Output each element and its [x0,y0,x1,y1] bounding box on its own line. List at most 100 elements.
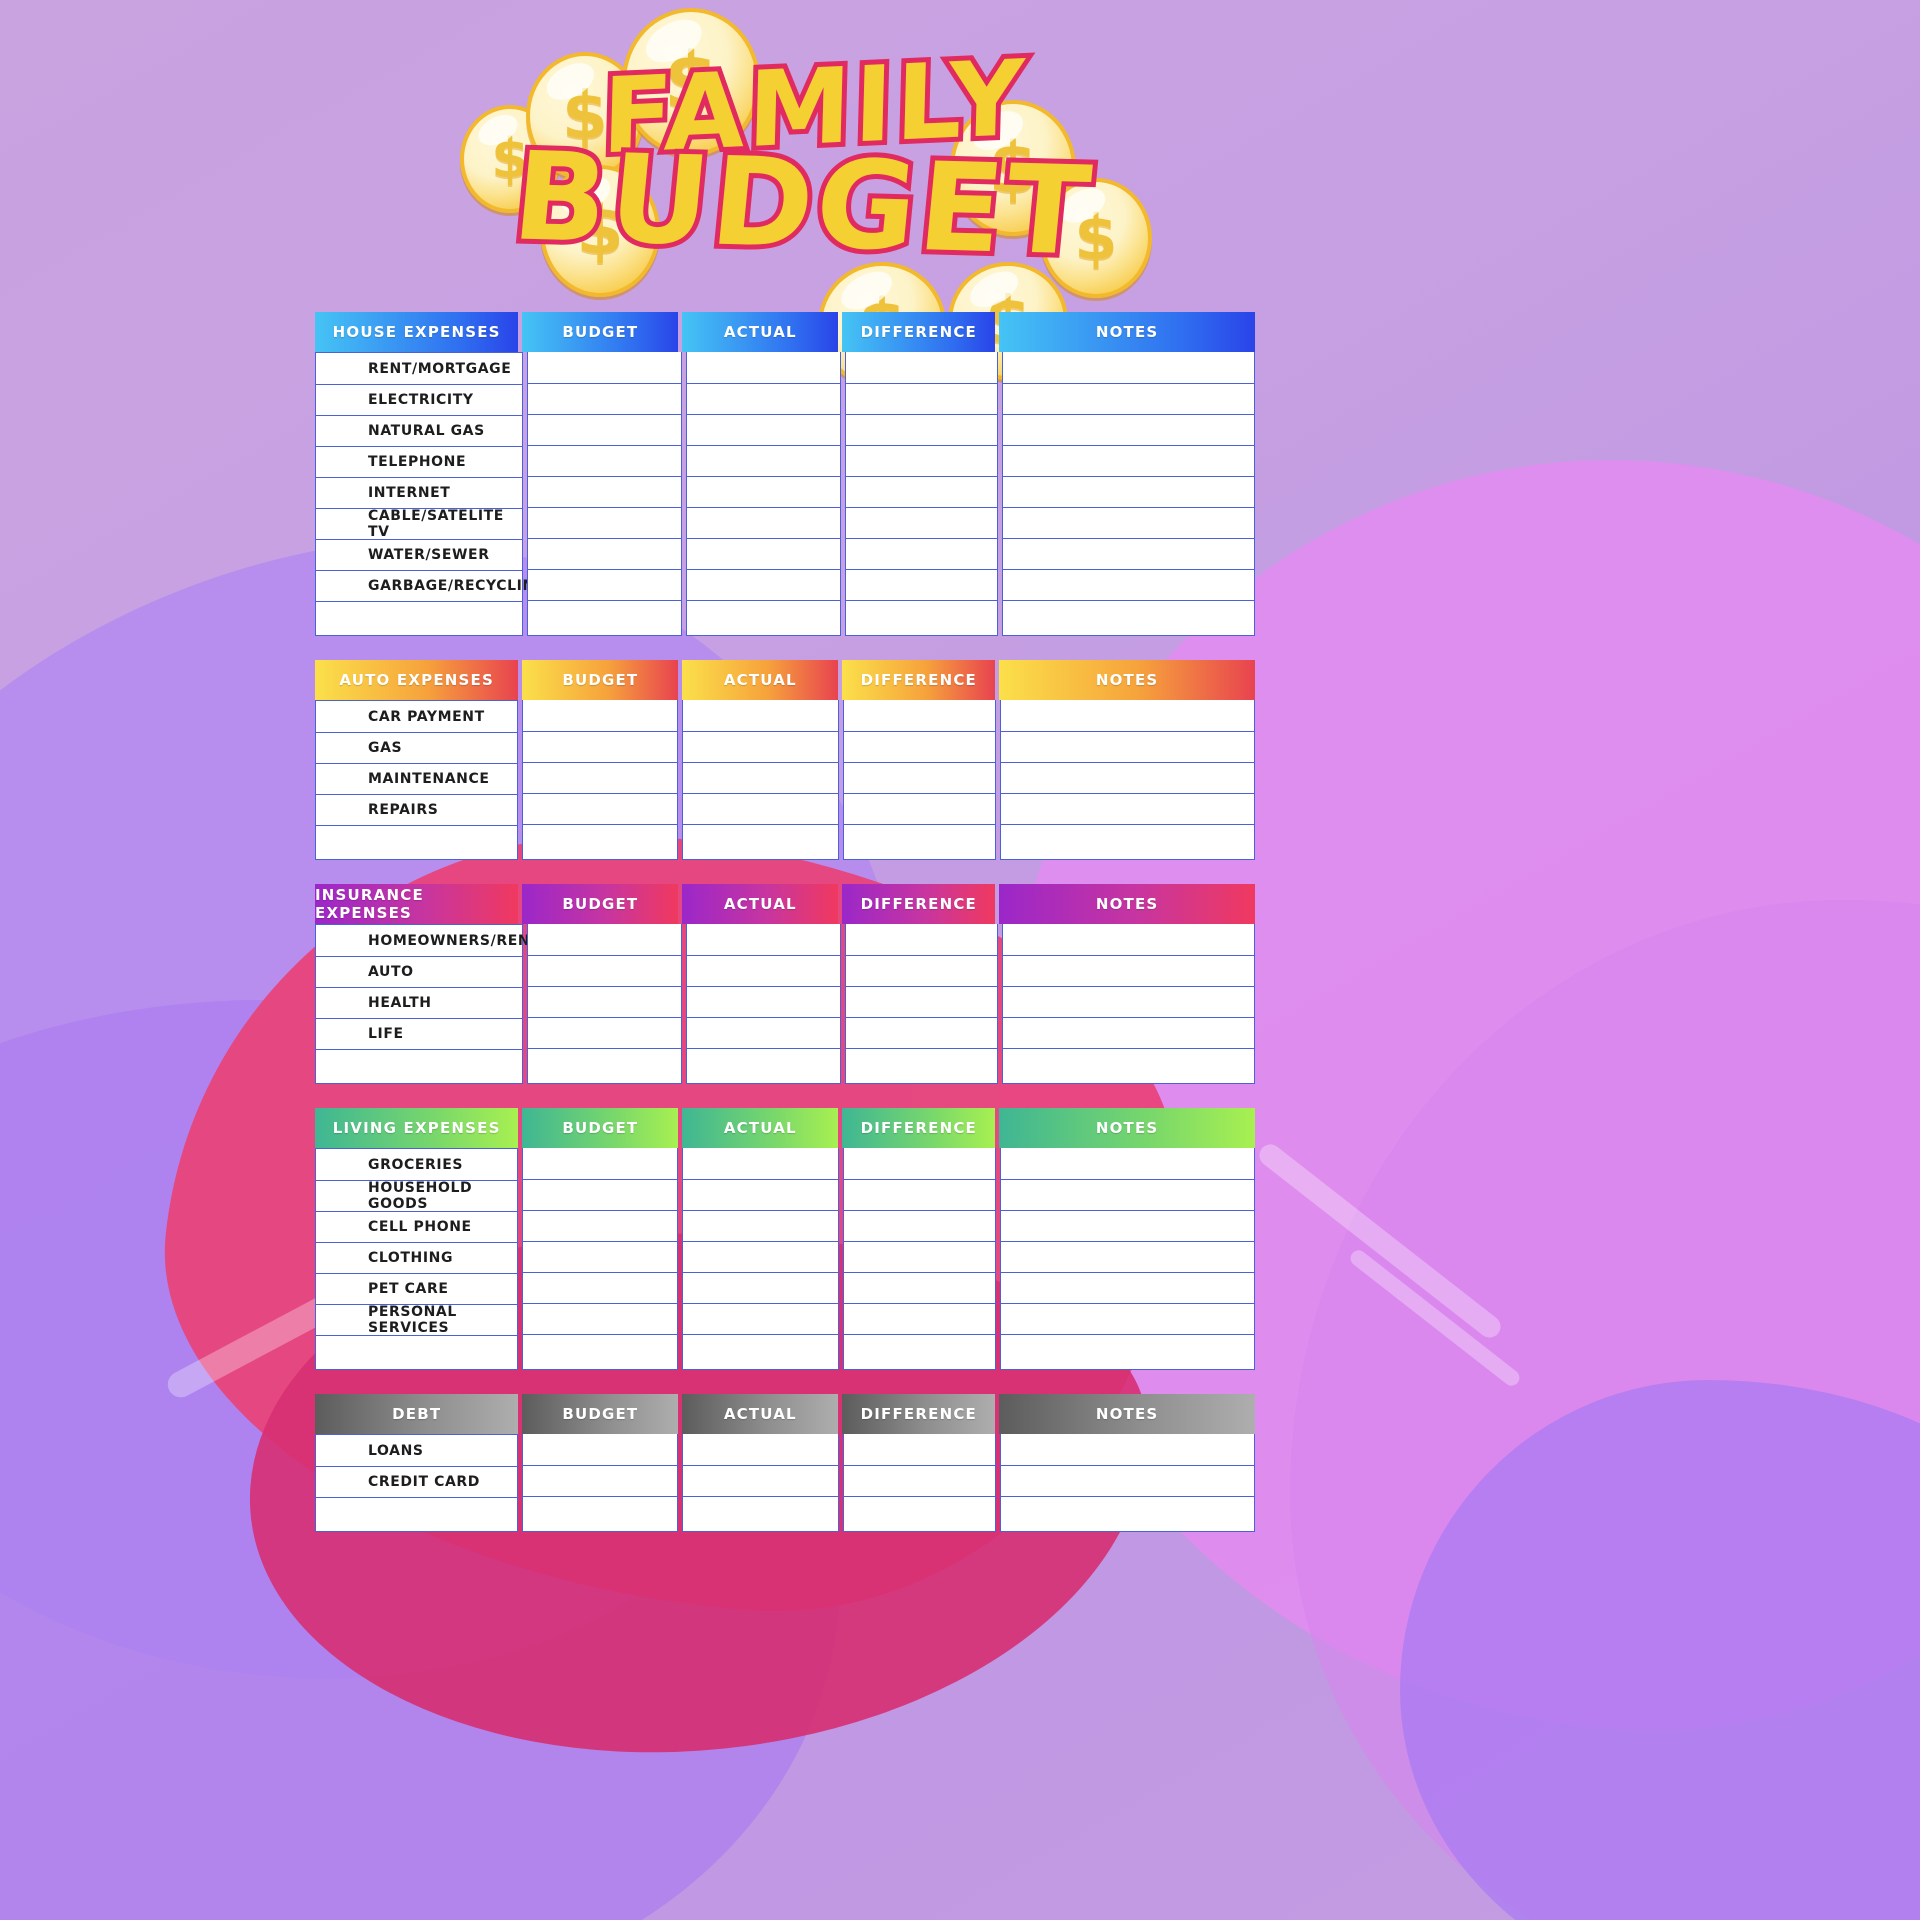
notes-input-cell[interactable] [1002,476,1254,507]
actual-input-cell[interactable] [683,731,838,762]
actual-input-cell[interactable] [687,538,841,569]
actual-input-cell[interactable] [683,824,838,858]
difference-input-cell[interactable] [846,352,996,383]
actual-input-cell[interactable] [683,762,838,793]
notes-input-cell[interactable] [1002,414,1254,445]
budget-input-cell[interactable] [528,569,682,600]
budget-input-cell[interactable] [523,1272,678,1303]
budget-input-cell[interactable] [523,1210,678,1241]
difference-input-cell[interactable] [843,1241,996,1272]
budget-input-cell[interactable] [523,1241,678,1272]
notes-input-cell[interactable] [1001,1334,1254,1368]
notes-input-cell[interactable] [1002,538,1254,569]
budget-input-cell[interactable] [523,1496,678,1530]
notes-input-cell[interactable] [1001,1496,1254,1530]
difference-input-cell[interactable] [846,476,997,507]
actual-input-cell[interactable] [683,1434,837,1465]
notes-input-cell[interactable] [1001,1241,1254,1272]
difference-input-cell[interactable] [843,824,996,858]
actual-input-cell[interactable] [683,1148,837,1179]
actual-input-cell[interactable] [687,476,841,507]
actual-input-cell[interactable] [683,1496,838,1530]
budget-input-cell[interactable] [528,352,681,383]
difference-input-cell[interactable] [846,986,997,1017]
notes-input-cell[interactable] [1002,955,1254,986]
actual-input-cell[interactable] [683,1210,838,1241]
budget-input-cell[interactable] [523,762,678,793]
difference-input-cell[interactable] [844,1434,995,1465]
budget-input-cell[interactable] [523,700,677,731]
difference-input-cell[interactable] [846,569,997,600]
actual-input-cell[interactable] [683,700,837,731]
notes-input-cell[interactable] [1001,1210,1254,1241]
difference-input-cell[interactable] [843,762,996,793]
notes-input-cell[interactable] [1001,731,1254,762]
difference-input-cell[interactable] [843,1496,996,1530]
actual-input-cell[interactable] [683,1241,838,1272]
difference-input-cell[interactable] [843,731,996,762]
budget-input-cell[interactable] [528,1017,682,1048]
actual-input-cell[interactable] [687,955,841,986]
budget-input-cell[interactable] [528,538,682,569]
actual-input-cell[interactable] [687,986,841,1017]
actual-input-cell[interactable] [687,414,841,445]
notes-input-cell[interactable] [1002,1048,1254,1082]
difference-input-cell[interactable] [846,507,997,538]
notes-input-cell[interactable] [1002,1017,1254,1048]
budget-input-cell[interactable] [523,731,678,762]
difference-input-cell[interactable] [844,1148,995,1179]
difference-input-cell[interactable] [846,1017,997,1048]
notes-input-cell[interactable] [1001,762,1254,793]
actual-input-cell[interactable] [687,507,841,538]
notes-input-cell[interactable] [1001,1303,1254,1334]
budget-input-cell[interactable] [528,476,682,507]
actual-input-cell[interactable] [687,924,840,955]
difference-input-cell[interactable] [846,445,997,476]
budget-input-cell[interactable] [523,1334,678,1368]
notes-input-cell[interactable] [1001,793,1254,824]
budget-input-cell[interactable] [523,1148,677,1179]
budget-input-cell[interactable] [528,445,682,476]
budget-input-cell[interactable] [528,924,681,955]
actual-input-cell[interactable] [683,1272,838,1303]
notes-input-cell[interactable] [1003,352,1254,383]
actual-input-cell[interactable] [683,1465,838,1496]
actual-input-cell[interactable] [687,569,841,600]
budget-input-cell[interactable] [528,986,682,1017]
notes-input-cell[interactable] [1002,445,1254,476]
notes-input-cell[interactable] [1001,1179,1254,1210]
budget-input-cell[interactable] [528,507,682,538]
actual-input-cell[interactable] [687,352,840,383]
notes-input-cell[interactable] [1002,507,1254,538]
difference-input-cell[interactable] [846,414,997,445]
notes-input-cell[interactable] [1002,569,1254,600]
budget-input-cell[interactable] [523,1303,678,1334]
budget-input-cell[interactable] [528,383,682,414]
difference-input-cell[interactable] [846,600,997,634]
actual-input-cell[interactable] [687,1017,841,1048]
difference-input-cell[interactable] [843,793,996,824]
actual-input-cell[interactable] [687,383,841,414]
notes-input-cell[interactable] [1001,1148,1254,1179]
difference-input-cell[interactable] [846,538,997,569]
actual-input-cell[interactable] [683,1303,838,1334]
difference-input-cell[interactable] [843,1303,996,1334]
actual-input-cell[interactable] [683,1179,838,1210]
budget-input-cell[interactable] [528,600,682,634]
difference-input-cell[interactable] [843,1210,996,1241]
difference-input-cell[interactable] [844,700,995,731]
notes-input-cell[interactable] [1002,600,1254,634]
difference-input-cell[interactable] [846,383,997,414]
notes-input-cell[interactable] [1002,986,1254,1017]
difference-input-cell[interactable] [843,1179,996,1210]
actual-input-cell[interactable] [687,445,841,476]
budget-input-cell[interactable] [528,1048,682,1082]
actual-input-cell[interactable] [683,793,838,824]
difference-input-cell[interactable] [846,1048,997,1082]
budget-input-cell[interactable] [523,1434,677,1465]
notes-input-cell[interactable] [1001,1272,1254,1303]
budget-input-cell[interactable] [528,955,682,986]
actual-input-cell[interactable] [687,1048,841,1082]
budget-input-cell[interactable] [523,1179,678,1210]
notes-input-cell[interactable] [1003,924,1254,955]
